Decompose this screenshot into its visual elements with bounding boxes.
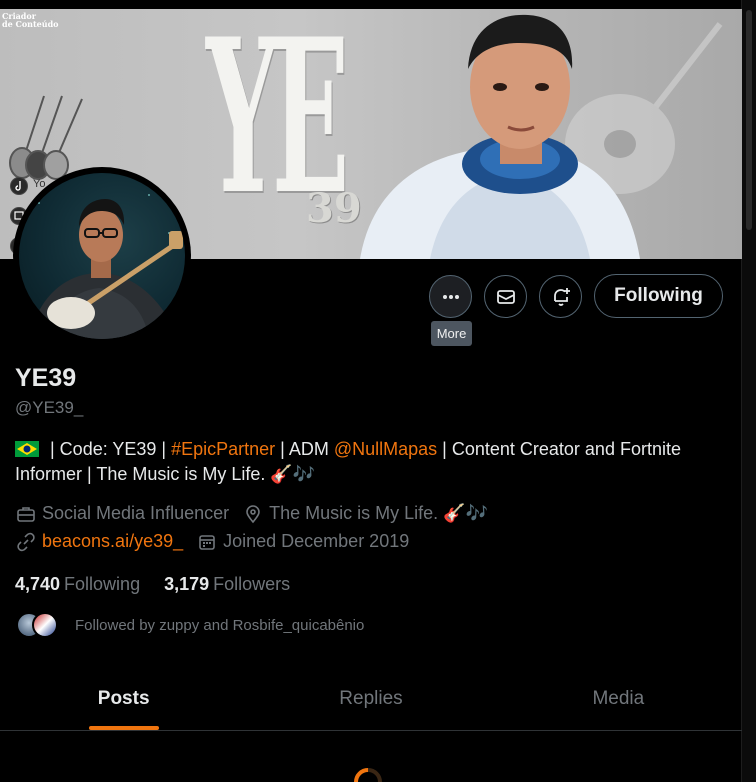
location-item: The Music is My Life. 🎸🎶 [243,503,488,524]
tab-media-label: Media [592,688,645,709]
bio-mention-link[interactable]: @NullMapas [334,439,437,459]
tiktok-icon [10,177,28,195]
following-stat[interactable]: 4,740 Following [15,574,140,595]
ellipsis-icon [442,294,459,299]
scrollbar[interactable] [741,0,756,782]
tab-posts[interactable]: Posts [0,668,247,730]
followed-by-text: Followed by zuppy and Rosbife_quicabênio [75,616,365,634]
banner-creator-line2: de Conteúdo [2,19,59,29]
location-pin-icon [246,504,260,523]
avatar-photo [19,173,185,339]
brazil-flag-icon [15,441,39,457]
more-tooltip: More [431,321,472,346]
calendar-icon [199,534,215,550]
tab-posts-label: Posts [97,688,150,709]
following-count: 4,740 [15,574,61,594]
briefcase-icon [17,506,35,522]
joined-text: Joined December 2019 [223,531,410,551]
scrollbar-thumb[interactable] [746,10,752,230]
category-text: Social Media Influencer [42,503,230,523]
banner-creator-label: Criador de Conteúdo [2,12,59,28]
profile-bio: | Code: YE39 | #EpicPartner | ADM @NullM… [15,437,725,487]
followed-by[interactable]: Followed by zuppy and Rosbife_quicabênio [16,612,364,638]
link-item[interactable]: beacons.ai/ye39_ [16,531,183,552]
profile-meta-row-2: beacons.ai/ye39_ Joined December 2019 [16,531,423,552]
bio-text-1: | Code: YE39 | [45,439,172,459]
tab-replies-label: Replies [339,688,403,709]
guitars-illustration [9,95,83,180]
user-handle: @YE39_ [15,398,84,417]
profile-link[interactable]: beacons.ai/ye39_ [42,531,183,552]
followers-count: 3,179 [164,574,210,594]
more-button[interactable] [429,275,472,318]
message-button[interactable] [484,275,527,318]
category-item: Social Media Influencer [16,503,229,524]
following-label: Following [64,574,141,594]
notify-button[interactable] [539,275,582,318]
active-tab-indicator [88,726,159,730]
bio-text-2: | ADM [275,439,334,459]
bio-emoji: 🎸🎶 [270,464,316,484]
bio-hashtag-link[interactable]: #EpicPartner [171,439,275,459]
bell-plus-icon [553,287,570,306]
profile-tabs: Posts Replies Media [0,668,742,731]
banner-small-text: 39 [306,185,362,232]
follower-avatar-2 [32,612,58,638]
tab-replies[interactable]: Replies [247,668,494,730]
profile-avatar[interactable] [13,167,191,345]
joined-item: Joined December 2019 [197,531,409,552]
location-text: The Music is My Life. 🎸🎶 [269,503,488,523]
banner-portrait [360,14,640,259]
envelope-icon [496,289,515,304]
tab-media[interactable]: Media [495,668,742,730]
follow-stats: 4,740 Following 3,179 Followers [15,574,314,595]
display-name: YE39 [15,364,77,392]
followers-label: Followers [213,574,291,594]
top-strip [0,0,742,9]
loading-spinner-icon [354,768,382,782]
profile-meta-row-1: Social Media Influencer The Music is My … [16,503,502,524]
link-icon [17,532,35,551]
following-button[interactable]: Following [594,274,723,318]
followers-stat[interactable]: 3,179 Followers [164,574,290,595]
